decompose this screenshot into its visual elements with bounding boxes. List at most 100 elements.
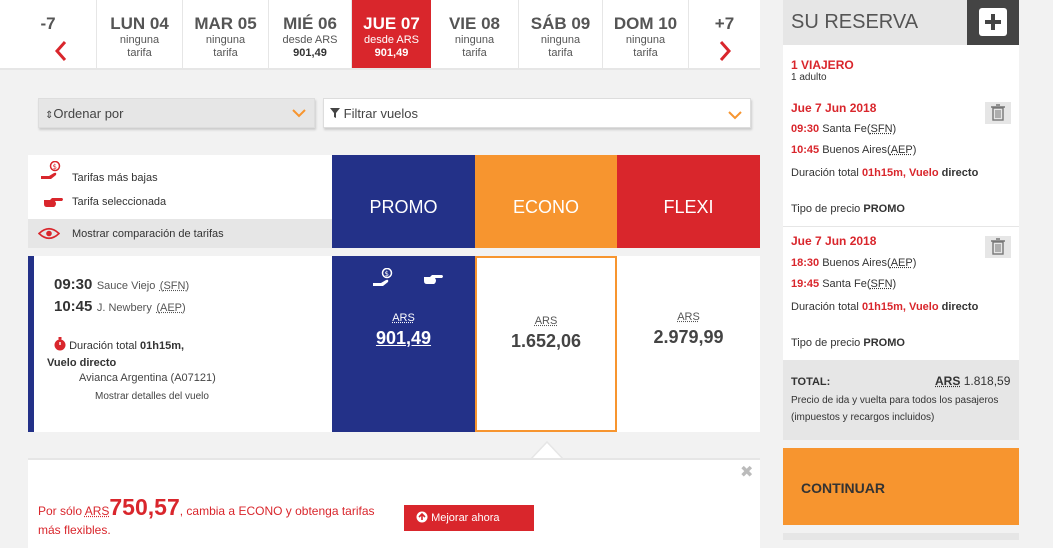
- date-sub-label: ninguna: [183, 34, 268, 47]
- total-note-line2: (impuestos y recargos incluidos): [791, 409, 1016, 426]
- filter-label: Filtrar vuelos: [344, 106, 418, 121]
- leg2-duration-value: 01h15m, Vuelo: [862, 301, 939, 313]
- upgrade-button[interactable]: Mejorar ahora: [404, 505, 534, 531]
- upsell-panel: ✖ Por sólo ARS750,57, cambia a ECONO y o…: [28, 458, 760, 548]
- pointing-hand-icon: [42, 195, 64, 214]
- compare-fares-toggle[interactable]: Mostrar comparación de tarifas: [28, 219, 332, 248]
- fare-legend: $ Tarifas más bajas Tarifa seleccionada …: [28, 155, 332, 248]
- flight-details-link[interactable]: Mostrar detalles del vuelo: [95, 391, 209, 402]
- close-icon[interactable]: ✖: [740, 462, 753, 482]
- total-box: TOTAL: ARS 1.818,59 Precio de ida y vuel…: [783, 360, 1019, 440]
- promo-currency: ARS: [332, 312, 475, 324]
- booking-summary: SU RESERVA 1 VIAJERO 1 adulto Jue 7 Jun …: [783, 0, 1019, 440]
- leg1-departure: 09:30 Santa Fe(SFN): [791, 123, 896, 135]
- date-day-label: DOM 10: [603, 14, 688, 34]
- hand-money-icon: $: [40, 161, 64, 184]
- leg2-dep-time: 18:30: [791, 257, 819, 269]
- date-sub-label: ninguna: [431, 34, 518, 47]
- date-day-label: +7: [689, 14, 760, 34]
- compare-fares-label: Mostrar comparación de tarifas: [72, 228, 224, 240]
- arr-code: AEP: [160, 302, 182, 314]
- total-note: Precio de ida y vuelta para todos los pa…: [791, 392, 1016, 426]
- legend-selected-row: Tarifa seleccionada: [28, 191, 332, 219]
- date-mie-06[interactable]: MIÉ 06 desde ARS 901,49: [269, 0, 352, 68]
- flight-departure: 09:30 Sauce Viejo (SFN): [54, 276, 189, 294]
- chevron-left-icon[interactable]: [54, 40, 68, 62]
- date-sub-label: tarifa: [603, 47, 688, 60]
- econo-currency: ARS: [477, 315, 615, 327]
- leg2-duration-label: Duración total: [791, 301, 859, 313]
- divider: [783, 226, 1019, 227]
- date-sub-label: ninguna: [603, 34, 688, 47]
- leg1-price-type-value: PROMO: [863, 203, 905, 215]
- date-day-label: LUN 04: [97, 14, 182, 34]
- upsell-prefix: Por sólo: [38, 504, 82, 518]
- leg2-price-type: Tipo de precio PROMO: [791, 337, 905, 349]
- date-prev-week[interactable]: -7: [0, 0, 97, 68]
- duration-label: Duración total: [69, 340, 137, 352]
- filter-dropdown[interactable]: Filtrar vuelos: [323, 98, 751, 128]
- date-lun-04[interactable]: LUN 04 ninguna tarifa: [97, 0, 183, 68]
- leg1-price-type-label: Tipo de precio: [791, 203, 860, 215]
- leg1-price-type: Tipo de precio PROMO: [791, 203, 905, 215]
- adults-count: 1 adulto: [791, 72, 827, 83]
- fare-header-promo: PROMO: [332, 155, 475, 248]
- date-day-label: -7: [0, 14, 96, 34]
- date-dom-10[interactable]: DOM 10 ninguna tarifa: [603, 0, 689, 68]
- leg1-arr-time: 10:45: [791, 144, 819, 156]
- date-next-week[interactable]: +7: [689, 0, 760, 68]
- date-day-label: VIE 08: [431, 14, 518, 34]
- date-sub-label: ninguna: [519, 34, 602, 47]
- leg1-arrival: 10:45 Buenos Aires(AEP): [791, 144, 916, 156]
- trash-icon[interactable]: [985, 236, 1011, 258]
- leg1-arr-place: Buenos Aires: [822, 144, 887, 156]
- direct-flight-label: Vuelo directo: [47, 357, 116, 369]
- date-sub-label: tarifa: [431, 47, 518, 60]
- flight-arrival: 10:45 J. Newbery (AEP): [54, 298, 186, 316]
- fare-option-flexi[interactable]: ARS 2.979,99: [617, 256, 760, 432]
- leg1-dep-place: Santa Fe: [822, 123, 867, 135]
- flexi-price: 2.979,99: [617, 327, 760, 348]
- plus-icon: [979, 8, 1007, 36]
- upsell-suffix-2: más flexibles.: [38, 521, 398, 540]
- econo-price: 1.652,06: [477, 331, 615, 352]
- date-vie-08[interactable]: VIE 08 ninguna tarifa: [431, 0, 519, 68]
- date-price: 901,49: [269, 47, 351, 60]
- date-sub-label: desde ARS: [352, 34, 431, 47]
- sort-dropdown[interactable]: ⇕Ordenar por: [38, 98, 315, 128]
- expand-button[interactable]: [967, 0, 1019, 45]
- date-day-label: SÁB 09: [519, 14, 602, 34]
- leg2-arr-code: SFN: [871, 278, 893, 290]
- total-currency: ARS: [935, 374, 960, 388]
- continue-button[interactable]: CONTINUAR: [783, 448, 1019, 525]
- chevron-right-icon[interactable]: [718, 40, 732, 62]
- upsell-currency: ARS: [85, 504, 110, 518]
- date-price: 901,49: [352, 47, 431, 60]
- date-sab-09[interactable]: SÁB 09 ninguna tarifa: [519, 0, 603, 68]
- leg1-duration-label: Duración total: [791, 167, 859, 179]
- leg1-duration-value: 01h15m, Vuelo: [862, 167, 939, 179]
- fare-option-promo[interactable]: $ ARS 901,49: [332, 256, 475, 432]
- leg1-duration: Duración total 01h15m, Vuelo directo: [791, 165, 991, 182]
- upsell-pointer: [530, 440, 564, 460]
- date-sub-label: tarifa: [183, 47, 268, 60]
- promo-price: 901,49: [332, 328, 475, 349]
- leg2-price-type-label: Tipo de precio: [791, 337, 860, 349]
- leg2-duration: Duración total 01h15m, Vuelo directo: [791, 299, 991, 316]
- date-day-label: MAR 05: [183, 14, 268, 34]
- flexi-currency: ARS: [617, 311, 760, 323]
- leg1-arr-code: AEP: [891, 144, 913, 156]
- legend-selected-label: Tarifa seleccionada: [72, 196, 166, 208]
- continue-label: CONTINUAR: [801, 480, 885, 496]
- duration-value: 01h15m,: [140, 340, 184, 352]
- leg2-direct: directo: [942, 301, 979, 313]
- date-sub-label: tarifa: [519, 47, 602, 60]
- date-sub-label: tarifa: [97, 47, 182, 60]
- flight-duration: Duración total 01h15m,: [54, 337, 184, 352]
- date-mar-05[interactable]: MAR 05 ninguna tarifa: [183, 0, 269, 68]
- fare-option-econo[interactable]: ARS 1.652,06: [475, 256, 617, 432]
- arr-time: 10:45: [54, 298, 92, 315]
- date-jue-07[interactable]: JUE 07 desde ARS 901,49: [352, 0, 431, 68]
- leg1-date: Jue 7 Jun 2018: [791, 101, 876, 115]
- trash-icon[interactable]: [985, 102, 1011, 124]
